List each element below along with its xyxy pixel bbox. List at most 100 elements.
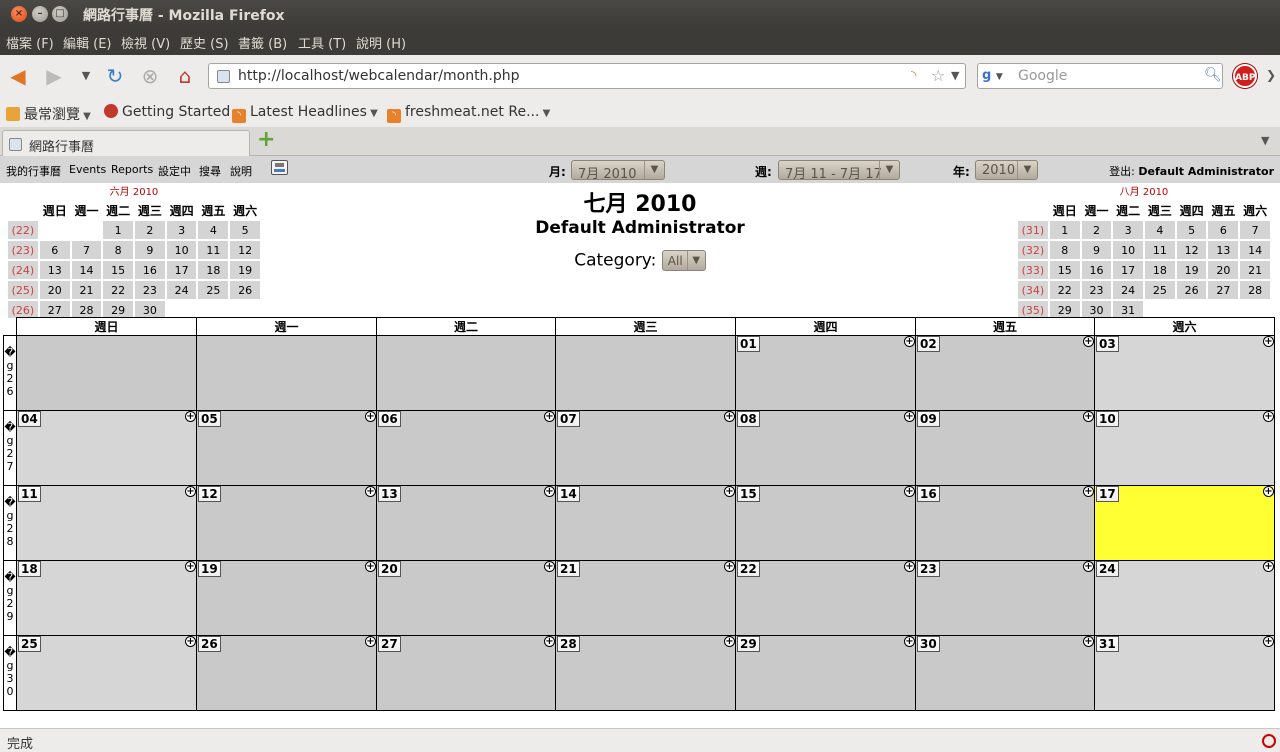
mini-calendar-day[interactable]: 18 [198, 261, 229, 279]
mini-calendar-day[interactable]: 19 [1176, 261, 1207, 279]
link-settings[interactable]: 設定中 [158, 163, 191, 179]
mini-calendar-day[interactable]: 14 [71, 261, 102, 279]
url-bar[interactable]: http://localhost/webcalendar/month.php ◝… [208, 63, 966, 89]
add-event-icon[interactable]: + [1083, 636, 1094, 647]
mini-calendar-day[interactable]: 26 [1176, 281, 1207, 299]
day-number-link[interactable]: 27 [378, 636, 401, 652]
year-select[interactable]: 2010 ▼ [975, 160, 1038, 180]
stop-icon[interactable]: ⊗ [138, 64, 162, 88]
add-event-icon[interactable]: + [365, 486, 376, 497]
mini-calendar-day[interactable]: 16 [1081, 261, 1112, 279]
mini-calendar-day[interactable]: 21 [71, 281, 102, 299]
add-event-icon[interactable]: + [365, 561, 376, 572]
day-cell[interactable]: 06 + [376, 410, 556, 486]
mini-calendar-day[interactable]: 8 [1049, 241, 1080, 259]
mini-calendar-day[interactable]: 26 [230, 281, 260, 299]
day-cell[interactable]: 05 + [196, 410, 377, 486]
day-number-link[interactable]: 13 [378, 486, 401, 502]
mini-calendar-title[interactable]: 六月 2010 [6, 186, 262, 199]
day-cell[interactable]: 11 + [16, 485, 197, 561]
week-number-link[interactable]: (31) [1018, 221, 1048, 239]
mini-calendar-day[interactable]: 19 [230, 261, 260, 279]
menu-file[interactable]: 檔案 (F) [6, 33, 54, 52]
mini-calendar-day[interactable]: 9 [1081, 241, 1112, 259]
mini-calendar-day[interactable]: 18 [1145, 261, 1175, 279]
mini-calendar-day[interactable]: 13 [1208, 241, 1239, 259]
mini-calendar-day[interactable]: 8 [103, 241, 134, 259]
week-select[interactable]: 7月 11 - 7月 17 ▼ [778, 160, 900, 182]
day-cell[interactable]: 09 + [915, 410, 1095, 486]
menu-bookmarks[interactable]: 書籤 (B) [238, 33, 287, 52]
url-history-dropdown-icon[interactable]: ▼ [951, 69, 959, 82]
mini-calendar-day[interactable]: 23 [1081, 281, 1112, 299]
day-number-link[interactable]: 06 [378, 411, 401, 427]
mini-calendar-day[interactable]: 9 [135, 241, 165, 259]
mini-calendar-day[interactable]: 27 [1208, 281, 1239, 299]
add-event-icon[interactable]: + [1263, 486, 1274, 497]
day-cell[interactable]: 29 + [735, 635, 916, 711]
mini-calendar-day[interactable]: 5 [230, 221, 260, 239]
day-number-link[interactable]: 19 [198, 561, 221, 577]
mini-calendar-day[interactable]: 11 [198, 241, 229, 259]
bookmark-getting-started[interactable]: Getting Started [104, 104, 230, 120]
day-cell[interactable]: 31 + [1094, 635, 1275, 711]
link-events[interactable]: Events [69, 163, 106, 176]
day-number-link[interactable]: 16 [917, 486, 940, 502]
logout-link[interactable]: 登出: Default Administrator [1109, 163, 1274, 179]
mini-calendar-day[interactable]: 22 [1049, 281, 1080, 299]
mini-calendar-day[interactable]: 17 [1113, 261, 1144, 279]
week-number-link[interactable]: � g 2 9 [3, 560, 17, 636]
mini-calendar-day[interactable]: 5 [1176, 221, 1207, 239]
day-number-link[interactable]: 07 [557, 411, 580, 427]
adblock-plus-icon[interactable]: ABP [1233, 64, 1257, 88]
day-number-link[interactable]: 09 [917, 411, 940, 427]
day-number-link[interactable]: 01 [737, 336, 760, 352]
mini-calendar-day[interactable]: 15 [1049, 261, 1080, 279]
day-cell[interactable]: 03 + [1094, 335, 1275, 411]
add-event-icon[interactable]: + [1083, 561, 1094, 572]
mini-calendar-day[interactable]: 24 [1113, 281, 1144, 299]
add-event-icon[interactable]: + [544, 486, 555, 497]
mini-calendar-title[interactable]: 八月 2010 [1016, 186, 1272, 199]
menu-view[interactable]: 檢視 (V) [121, 33, 170, 52]
day-cell[interactable]: 13 + [376, 485, 556, 561]
mini-calendar-day[interactable]: 3 [166, 221, 197, 239]
week-number-link[interactable]: � g 2 6 [3, 335, 17, 411]
mini-calendar-day[interactable]: 22 [103, 281, 134, 299]
tab-webcalendar[interactable]: 網路行事曆 [2, 130, 250, 157]
day-cell[interactable]: 02 + [915, 335, 1095, 411]
day-number-link[interactable]: 04 [18, 411, 41, 427]
add-event-icon[interactable]: + [904, 561, 915, 572]
mini-calendar-day[interactable]: 4 [198, 221, 229, 239]
add-event-icon[interactable]: + [1263, 636, 1274, 647]
link-help[interactable]: 說明 [230, 163, 252, 179]
window-maximize-button[interactable]: □ [52, 6, 68, 22]
forward-arrow-icon[interactable]: ▶ [42, 64, 66, 88]
add-event-icon[interactable]: + [1263, 336, 1274, 347]
google-engine-icon[interactable]: g ▼ [982, 68, 1012, 85]
menu-help[interactable]: 說明 (H) [356, 33, 406, 52]
day-cell[interactable]: 30 + [915, 635, 1095, 711]
add-event-icon[interactable]: + [185, 411, 196, 422]
link-my-calendar[interactable]: 我的行事曆 [6, 163, 61, 179]
week-number-link[interactable]: (25) [8, 281, 38, 299]
mini-calendar-day[interactable]: 14 [1240, 241, 1270, 259]
bookmark-star-icon[interactable]: ☆ [931, 66, 945, 85]
mini-calendar-day[interactable]: 6 [1208, 221, 1239, 239]
printer-icon[interactable] [271, 160, 288, 175]
week-number-link[interactable]: � g 3 0 [3, 635, 17, 711]
add-event-icon[interactable]: + [1263, 561, 1274, 572]
day-number-link[interactable]: 28 [557, 636, 580, 652]
mini-calendar-day[interactable]: 2 [1081, 221, 1112, 239]
day-cell[interactable]: 19 + [196, 560, 377, 636]
mini-calendar-day[interactable]: 12 [230, 241, 260, 259]
mini-calendar-day[interactable]: 16 [135, 261, 165, 279]
reload-icon[interactable]: ↻ [103, 64, 127, 88]
url-text[interactable]: http://localhost/webcalendar/month.php [238, 68, 520, 84]
window-minimize-button[interactable]: – [32, 6, 48, 22]
week-number-link[interactable]: (33) [1018, 261, 1048, 279]
week-number-link[interactable]: � g 2 8 [3, 485, 17, 561]
mini-calendar-day[interactable]: 1 [1049, 221, 1080, 239]
add-event-icon[interactable]: + [544, 636, 555, 647]
day-number-link[interactable]: 17 [1096, 486, 1119, 502]
